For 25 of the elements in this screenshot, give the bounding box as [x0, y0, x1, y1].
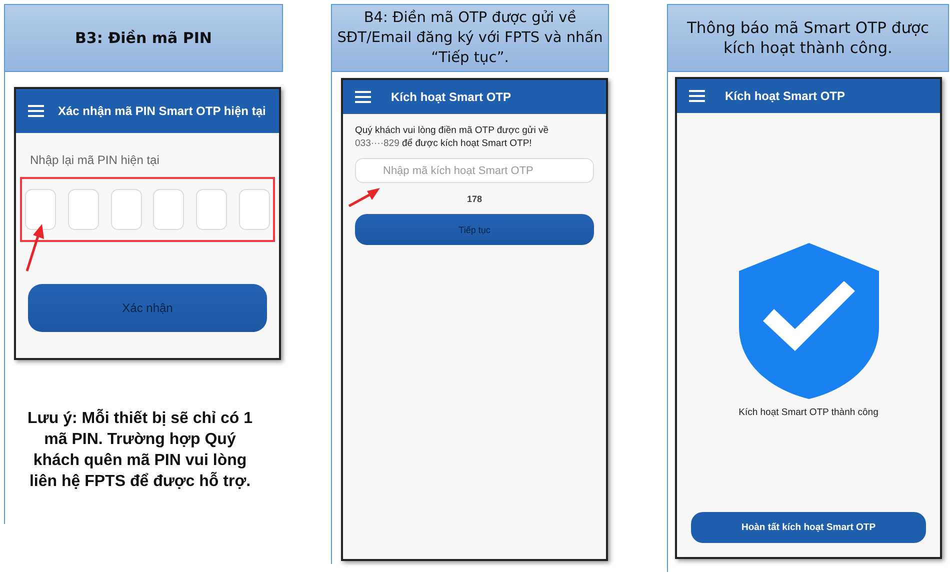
pin-digit-field[interactable]: [196, 189, 228, 230]
step-header: B3: Điền mã PIN: [4, 4, 283, 72]
screen-title: Xác nhận mã PIN Smart OTP hiện tại: [58, 104, 266, 118]
pin-digit-field[interactable]: [68, 189, 99, 230]
pointer-arrow: [24, 223, 46, 273]
screen-title: Kích hoạt Smart OTP: [391, 90, 512, 104]
instruction-text: Quý khách vui lòng điền mã OTP được gửi về 033····829 để được kích hoạt Smart OTP!: [355, 124, 550, 150]
note-text: Lưu ý: Mỗi thiết bị sẽ chỉ có 1 mã PIN. Trường hợp Quý khách quên mã PIN vui lòng liên hệ FPTS để được hỗ trợ.: [27, 408, 253, 492]
screen-title: Kích hoạt Smart OTP: [725, 89, 846, 103]
step-header: Thông báo mã Smart OTP được kích hoạt thành công.: [667, 4, 949, 72]
menu-icon[interactable]: [355, 91, 371, 103]
menu-icon[interactable]: [689, 90, 705, 102]
shield-check-icon: [738, 243, 878, 399]
finish-button[interactable]: Hoàn tất kích hoạt Smart OTP: [691, 512, 926, 543]
countdown-timer: 178: [466, 194, 484, 204]
success-message: Kích hoạt Smart OTP thành công: [738, 407, 880, 418]
step-header: B4: Điền mã OTP được gửi về SĐT/Email đăng ký với FPTS và nhấn “Tiếp tục”.: [331, 4, 609, 72]
pin-digit-field[interactable]: [25, 189, 56, 230]
menu-icon[interactable]: [28, 105, 44, 117]
pin-label: Nhập lại mã PIN hiện tại: [30, 153, 160, 167]
pin-digit-field[interactable]: [238, 189, 270, 230]
pointer-arrow: [347, 186, 381, 208]
pin-digit-field[interactable]: [153, 189, 184, 230]
otp-input-field[interactable]: Nhập mã kích hoạt Smart OTP: [355, 158, 594, 183]
pin-digit-field[interactable]: [110, 189, 142, 230]
